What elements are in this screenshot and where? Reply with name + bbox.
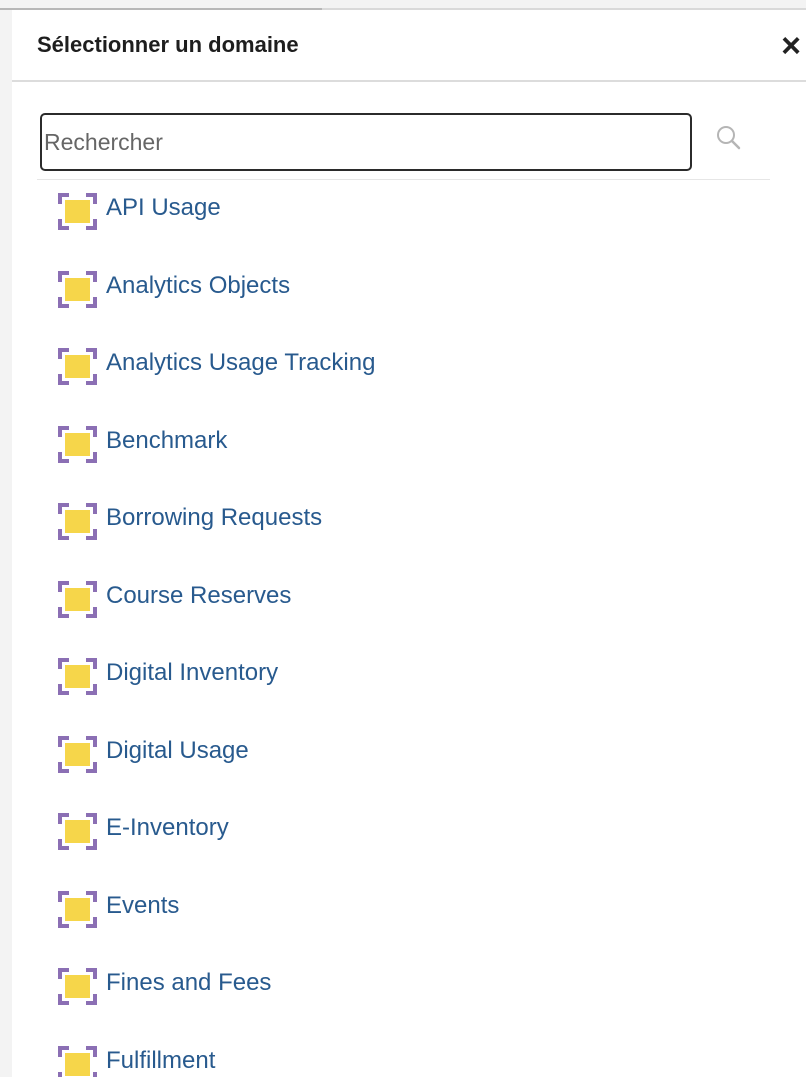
subject-area-icon <box>58 1045 97 1077</box>
subject-area-label: API Usage <box>106 194 221 221</box>
subject-area-item[interactable]: Borrowing Requests <box>12 490 806 568</box>
subject-area-item[interactable]: Analytics Objects <box>12 258 806 336</box>
subject-area-item[interactable]: Benchmark <box>12 413 806 491</box>
subject-area-icon <box>58 193 97 230</box>
subject-area-item[interactable]: Fines and Fees <box>12 955 806 1033</box>
subject-area-label: Fulfillment <box>106 1046 216 1074</box>
subject-area-icon <box>58 580 97 618</box>
subject-area-icon <box>58 968 97 1005</box>
subject-area-icon <box>58 270 97 308</box>
subject-area-list: API Usage Analytics Objects Analytics Us… <box>12 180 806 1077</box>
search-bar <box>37 106 770 180</box>
subject-area-item[interactable]: Digital Inventory <box>12 645 806 723</box>
subject-area-item[interactable]: API Usage <box>12 180 806 258</box>
subject-area-label: Analytics Usage Tracking <box>106 349 376 376</box>
subject-area-label: Fines and Fees <box>106 969 272 996</box>
subject-area-label: Digital Usage <box>106 736 249 764</box>
subject-area-icon <box>58 813 97 850</box>
subject-area-item[interactable]: Digital Usage <box>12 723 806 801</box>
subject-area-icon <box>58 348 97 385</box>
subject-area-label: Benchmark <box>106 426 228 454</box>
subject-area-item[interactable]: Events <box>12 878 806 956</box>
subject-area-label: Analytics Objects <box>106 271 291 299</box>
subject-area-label: Borrowing Requests <box>106 504 323 531</box>
subject-area-icon <box>58 890 97 928</box>
select-subject-area-dialog: Sélectionner un domaine × API Usage Anal… <box>12 10 806 1077</box>
subject-area-icon <box>58 658 97 695</box>
subject-area-item[interactable]: Analytics Usage Tracking <box>12 335 806 413</box>
dialog-title: Sélectionner un domaine <box>37 32 299 57</box>
subject-area-item[interactable]: Fulfillment <box>12 1033 806 1077</box>
subject-area-label: E-Inventory <box>106 814 229 841</box>
dialog-header: Sélectionner un domaine × <box>12 10 806 82</box>
search-icon[interactable] <box>709 118 749 158</box>
subject-area-label: Course Reserves <box>106 581 292 609</box>
search-input[interactable] <box>40 113 692 171</box>
close-icon[interactable]: × <box>776 26 806 66</box>
subject-area-label: Digital Inventory <box>106 659 279 686</box>
subject-area-icon <box>58 735 97 773</box>
subject-area-item[interactable]: Course Reserves <box>12 568 806 646</box>
subject-area-icon <box>58 425 97 463</box>
subject-area-label: Events <box>106 891 180 919</box>
subject-area-icon <box>58 503 97 540</box>
subject-area-item[interactable]: E-Inventory <box>12 800 806 878</box>
